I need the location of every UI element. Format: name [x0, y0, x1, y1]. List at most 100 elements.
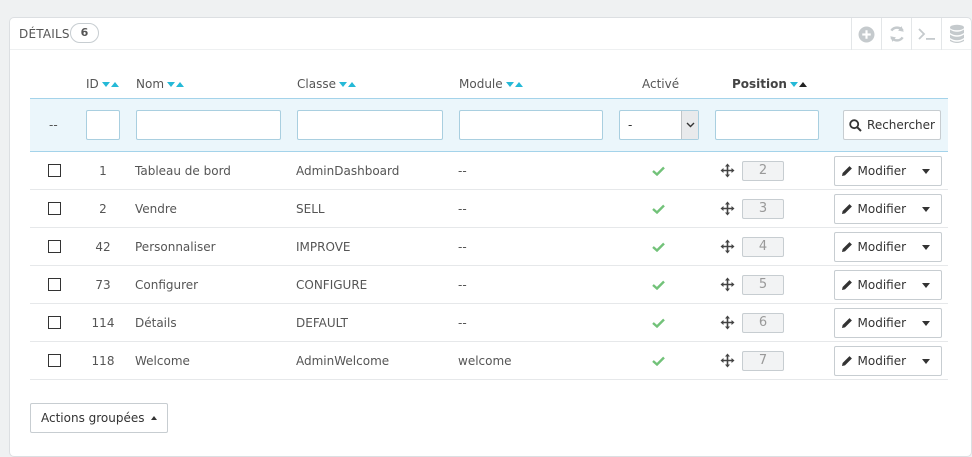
drag-handle-icon[interactable] — [720, 163, 735, 178]
column-header-class[interactable]: Classe — [297, 70, 356, 98]
row-id: 118 — [91, 353, 115, 368]
row-actions-toggle[interactable] — [912, 347, 941, 375]
edit-button-label: Modifier — [857, 240, 907, 254]
row-actions-group: Modifier — [834, 308, 942, 338]
row-id: 114 — [91, 315, 115, 330]
caret-down-icon — [922, 282, 931, 288]
pencil-icon — [841, 356, 852, 366]
row-id: 42 — [95, 239, 111, 254]
panel-header: DÉTAILS 6 — [10, 18, 971, 50]
table-row: 2 Vendre SELL -- 3 Modifier — [30, 190, 948, 228]
edit-button[interactable]: Modifier — [835, 233, 912, 261]
position-cell: 4 — [720, 228, 784, 265]
position-value: 3 — [742, 198, 784, 219]
row-actions-toggle[interactable] — [912, 157, 941, 185]
database-icon[interactable] — [941, 18, 971, 50]
column-label: ID — [86, 77, 99, 91]
column-header-id[interactable]: ID — [86, 70, 119, 98]
active-check-icon[interactable] — [652, 228, 665, 265]
active-check-icon[interactable] — [652, 266, 665, 303]
sort-desc-icon[interactable] — [505, 81, 514, 87]
active-check-icon[interactable] — [652, 152, 665, 189]
refresh-icon[interactable] — [881, 18, 911, 50]
search-button[interactable]: Rechercher — [843, 110, 941, 140]
bulk-actions-button[interactable]: Actions groupées — [30, 403, 168, 433]
add-icon[interactable] — [851, 18, 881, 50]
row-actions-toggle[interactable] — [912, 309, 941, 337]
filter-dash: -- — [49, 118, 58, 132]
sort-desc-icon[interactable] — [167, 81, 176, 87]
edit-button[interactable]: Modifier — [835, 347, 912, 375]
position-cell: 3 — [720, 190, 784, 227]
sort-asc-icon[interactable] — [176, 81, 185, 87]
edit-button[interactable]: Modifier — [835, 309, 912, 337]
column-label: Activé — [642, 77, 680, 91]
drag-handle-icon[interactable] — [720, 353, 735, 368]
row-checkbox[interactable] — [48, 202, 61, 215]
sort-asc-icon[interactable] — [514, 81, 523, 87]
position-value: 6 — [742, 312, 784, 333]
row-checkbox[interactable] — [48, 240, 61, 253]
row-name: Détails — [135, 315, 177, 330]
table-header: ID Nom Classe Module Activé Position — [30, 70, 948, 98]
filter-module-input[interactable] — [459, 110, 603, 140]
active-check-icon[interactable] — [652, 190, 665, 227]
sort-desc-icon[interactable] — [101, 81, 110, 87]
sort-icons[interactable] — [101, 81, 119, 87]
row-class: DEFAULT — [296, 315, 348, 330]
row-select-cell — [48, 304, 61, 341]
sort-asc-icon[interactable] — [347, 81, 356, 87]
sort-desc-icon[interactable] — [338, 81, 347, 87]
pencil-icon — [841, 204, 852, 214]
edit-button[interactable]: Modifier — [835, 271, 912, 299]
filter-name-input[interactable] — [136, 110, 281, 140]
filter-position-input[interactable] — [715, 110, 819, 140]
drag-handle-icon[interactable] — [720, 239, 735, 254]
row-actions-toggle[interactable] — [912, 271, 941, 299]
search-icon — [849, 118, 862, 132]
edit-button[interactable]: Modifier — [835, 157, 912, 185]
sort-icons[interactable] — [167, 81, 185, 87]
filter-class-input[interactable] — [297, 110, 443, 140]
column-header-module[interactable]: Module — [459, 70, 523, 98]
pencil-icon — [841, 242, 852, 252]
edit-button[interactable]: Modifier — [835, 195, 912, 223]
row-checkbox[interactable] — [48, 354, 61, 367]
row-checkbox[interactable] — [48, 164, 61, 177]
column-header-active: Activé — [642, 70, 679, 98]
column-header-name[interactable]: Nom — [136, 70, 185, 98]
active-check-icon[interactable] — [652, 342, 665, 379]
sql-icon[interactable] — [911, 18, 941, 50]
position-value: 5 — [742, 274, 784, 295]
row-id: 1 — [99, 163, 107, 178]
caret-down-icon — [922, 320, 931, 326]
row-name: Tableau de bord — [135, 163, 231, 178]
drag-handle-icon[interactable] — [720, 277, 735, 292]
row-name: Personnaliser — [135, 239, 216, 254]
column-header-position[interactable]: Position — [732, 70, 807, 98]
pencil-icon — [841, 280, 852, 290]
sort-asc-icon[interactable] — [798, 81, 807, 87]
sort-desc-icon[interactable] — [789, 81, 798, 87]
row-actions-toggle[interactable] — [912, 233, 941, 261]
sort-icons[interactable] — [338, 81, 356, 87]
active-check-icon[interactable] — [652, 304, 665, 341]
pencil-icon — [841, 166, 852, 176]
column-label: Position — [732, 77, 787, 91]
row-checkbox[interactable] — [48, 316, 61, 329]
filter-active-select[interactable]: - — [619, 110, 699, 140]
filter-row: -- - Rechercher — [30, 98, 948, 152]
chevron-down-icon[interactable] — [681, 111, 698, 139]
drag-handle-icon[interactable] — [720, 315, 735, 330]
drag-handle-icon[interactable] — [720, 201, 735, 216]
row-checkbox[interactable] — [48, 278, 61, 291]
sort-icons[interactable] — [505, 81, 523, 87]
column-label: Classe — [297, 77, 336, 91]
sort-icons[interactable] — [789, 81, 807, 87]
row-select-cell — [48, 342, 61, 379]
caret-down-icon — [922, 206, 931, 212]
row-actions-toggle[interactable] — [912, 195, 941, 223]
filter-id-input[interactable] — [86, 110, 120, 140]
bulk-actions-label: Actions groupées — [41, 411, 145, 425]
sort-asc-icon[interactable] — [110, 81, 119, 87]
